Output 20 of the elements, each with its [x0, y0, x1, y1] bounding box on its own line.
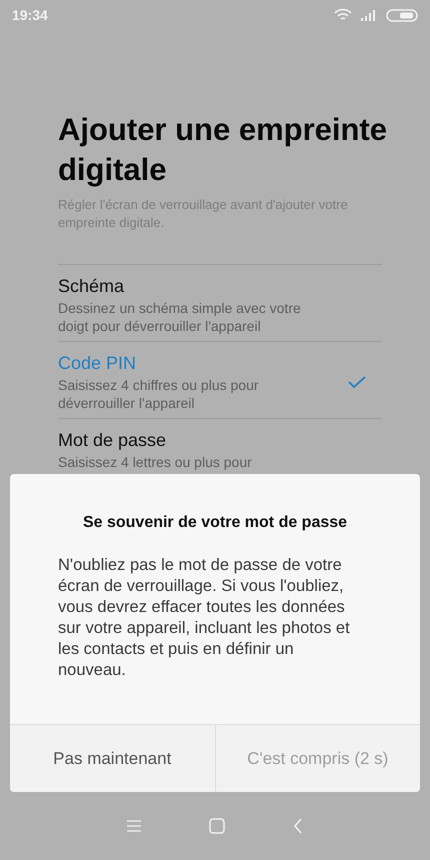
dialog-button[interactable]: Pas maintenant — [10, 725, 214, 792]
option-description: Saisissez 4 lettres ou plus pour — [58, 453, 253, 471]
menu-icon[interactable] — [127, 820, 141, 832]
check-icon — [348, 376, 366, 388]
back-icon[interactable] — [293, 818, 303, 834]
battery-icon — [386, 8, 418, 22]
signal-icon — [360, 9, 378, 21]
option-item[interactable]: Mot de passe Saisissez 4 lettres ou plus pour — [58, 419, 382, 477]
wifi-icon — [334, 8, 352, 22]
status-time: 19:34 — [12, 6, 48, 24]
page-title: Ajouter une empreinte digitale — [58, 111, 388, 189]
option-description: Saisissez 4 chiffres ou plus pour déverrouiller l'appareil — [58, 376, 260, 412]
option-title: Schéma — [58, 275, 126, 297]
option-description: Dessinez un schéma simple avec votre doigt pour déverrouiller l'appareil — [58, 299, 302, 335]
home-icon[interactable] — [209, 818, 225, 834]
option-title: Code PIN — [58, 352, 138, 374]
option-title: Mot de passe — [58, 429, 168, 451]
dialog-title: Se souvenir de votre mot de passe — [82, 513, 348, 533]
dialog-message: N'oubliez pas le mot de passe de votre écran de verrouillage. Si vous l'oubliez, vous devrez effacer toutes les données sur votre appareil, incluant les photos et les contacts et puis en définir un nouveau. — [58, 555, 351, 681]
option-item[interactable]: Schéma Dessinez un schéma simple avec votre doigt pour déverrouiller l'appareil — [58, 265, 382, 342]
